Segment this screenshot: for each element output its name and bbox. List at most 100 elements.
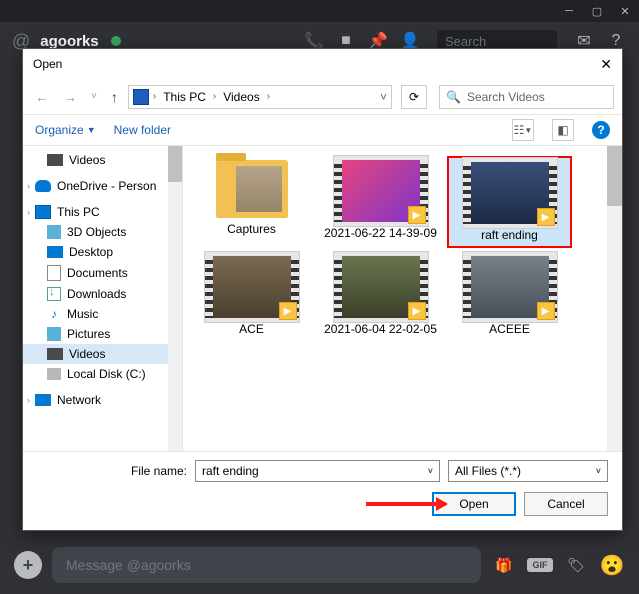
tree-item[interactable]: Desktop <box>23 242 182 262</box>
back-button[interactable]: ← <box>31 89 53 105</box>
file-label: Captures <box>227 222 276 236</box>
close-button[interactable]: ✕ <box>611 0 639 22</box>
breadcrumb[interactable]: This PC <box>160 90 209 104</box>
file-item[interactable]: ▶ 2021-06-04 22-02-05 <box>318 252 443 340</box>
discord-composer: + Message @agoorks 🎁 GIF 🏷 😮 <box>0 536 639 594</box>
chevron-right-icon[interactable]: › <box>267 91 270 102</box>
video-thumbnail: ▶ <box>338 256 424 318</box>
tree-item-label: Videos <box>69 153 105 167</box>
discord-titlebar: ─ ▢ ✕ <box>0 0 639 22</box>
tree-item[interactable]: Downloads <box>23 284 182 304</box>
search-icon: 🔍 <box>446 90 461 104</box>
cancel-button[interactable]: Cancel <box>524 492 608 516</box>
tree-item[interactable]: › This PC <box>23 202 182 222</box>
file-open-dialog: Open ✕ ← → ˅ ↑ › This PC › Videos › ˅ ⟳ … <box>22 48 623 531</box>
scrollbar[interactable] <box>168 146 182 451</box>
file-item[interactable]: Captures <box>189 156 314 248</box>
gif-button[interactable]: GIF <box>527 558 553 572</box>
preview-pane-button[interactable]: ◧ <box>552 119 574 141</box>
organize-menu[interactable]: Organize ▼ <box>35 123 96 137</box>
tree-item-label: Downloads <box>67 287 126 301</box>
pc-icon <box>35 205 51 219</box>
tree-item-label: Documents <box>67 266 128 280</box>
emoji-icon[interactable]: 😮 <box>599 552 625 578</box>
video-thumbnail: ▶ <box>338 160 424 222</box>
file-list[interactable]: Captures ▶ 2021-06-22 14-39-09 ▶ raft ending… <box>183 146 622 451</box>
filename-input[interactable]: raft ending˅ <box>195 460 440 482</box>
tree-item[interactable]: Videos <box>23 344 182 364</box>
tree-item[interactable]: Pictures <box>23 324 182 344</box>
gift-icon[interactable]: 🎁 <box>491 552 517 578</box>
location-icon <box>133 89 149 105</box>
disk-icon <box>47 368 61 380</box>
status-dot-icon <box>111 36 121 46</box>
tree-item-label: 3D Objects <box>67 225 126 239</box>
navigation-tree[interactable]: Videos › OneDrive - Person › This PC 3D Objec… <box>23 146 183 451</box>
chevron-right-icon[interactable]: › <box>153 91 156 102</box>
file-item[interactable]: ▶ raft ending <box>447 156 572 248</box>
sticker-icon[interactable]: 🏷 <box>563 552 589 578</box>
dl-icon <box>47 287 61 301</box>
maximize-button[interactable]: ▢ <box>583 0 611 22</box>
file-label: 2021-06-22 14-39-09 <box>324 226 437 240</box>
file-label: 2021-06-04 22-02-05 <box>324 322 437 336</box>
dialog-titlebar: Open ✕ <box>23 49 622 79</box>
video-thumbnail: ▶ <box>467 256 553 318</box>
minimize-button[interactable]: ─ <box>555 0 583 22</box>
forward-button[interactable]: → <box>59 89 81 105</box>
refresh-button[interactable]: ⟳ <box>401 85 427 109</box>
file-label: ACE <box>239 322 264 336</box>
dialog-title: Open <box>33 57 62 71</box>
tree-item[interactable]: › OneDrive - Person <box>23 176 182 196</box>
discord-username: agoorks <box>40 33 98 50</box>
tree-item[interactable]: Videos <box>23 150 182 170</box>
3d-icon <box>47 225 61 239</box>
dialog-footer: File name: raft ending˅ All Files (*.*)˅… <box>23 451 622 530</box>
file-item[interactable]: ▶ 2021-06-22 14-39-09 <box>318 156 443 248</box>
search-input[interactable]: 🔍 Search Videos <box>439 85 614 109</box>
address-dropdown[interactable]: ˅ <box>380 90 387 104</box>
file-item[interactable]: ▶ ACEEE <box>447 252 572 340</box>
tree-item[interactable]: › Network <box>23 390 182 410</box>
video-thumbnail: ▶ <box>209 256 295 318</box>
up-button[interactable]: ↑ <box>107 89 122 105</box>
onedrive-icon <box>35 180 51 192</box>
tree-item-label: Videos <box>69 347 105 361</box>
tree-item-label: Desktop <box>69 245 113 259</box>
new-folder-button[interactable]: New folder <box>114 123 171 137</box>
chevron-right-icon[interactable]: › <box>213 91 216 102</box>
tree-item[interactable]: ♪Music <box>23 304 182 324</box>
tree-item[interactable]: Documents <box>23 262 182 284</box>
scrollbar[interactable] <box>607 146 622 451</box>
vid-icon <box>47 348 63 360</box>
video-thumbnail: ▶ <box>467 162 553 224</box>
expand-icon[interactable]: › <box>27 395 30 405</box>
view-menu[interactable]: ☷ ▼ <box>512 119 534 141</box>
tree-item-label: OneDrive - Person <box>57 179 156 193</box>
recent-dropdown[interactable]: ˅ <box>87 91 101 102</box>
tree-item-label: Pictures <box>67 327 110 341</box>
dialog-close-button[interactable]: ✕ <box>600 56 612 73</box>
tree-item-label: This PC <box>57 205 100 219</box>
attach-button[interactable]: + <box>14 551 42 579</box>
annotation-arrow <box>366 502 446 506</box>
tree-item[interactable]: 3D Objects <box>23 222 182 242</box>
file-label: ACEEE <box>489 322 530 336</box>
expand-icon[interactable]: › <box>27 207 30 217</box>
net-icon <box>35 394 51 406</box>
folder-icon <box>216 160 288 218</box>
tree-item[interactable]: Local Disk (C:) <box>23 364 182 384</box>
help-button[interactable]: ? <box>592 121 610 139</box>
file-label: raft ending <box>481 228 538 242</box>
expand-icon[interactable]: › <box>27 181 30 191</box>
message-input[interactable]: Message @agoorks <box>52 547 481 583</box>
address-bar[interactable]: › This PC › Videos › ˅ <box>128 85 392 109</box>
file-filter-dropdown[interactable]: All Files (*.*)˅ <box>448 460 608 482</box>
file-item[interactable]: ▶ ACE <box>189 252 314 340</box>
breadcrumb[interactable]: Videos <box>220 90 262 104</box>
music-icon: ♪ <box>47 307 61 321</box>
search-placeholder: Search Videos <box>467 90 545 104</box>
tree-item-label: Network <box>57 393 101 407</box>
dialog-nav: ← → ˅ ↑ › This PC › Videos › ˅ ⟳ 🔍 Searc… <box>23 79 622 115</box>
vid-icon <box>47 154 63 166</box>
